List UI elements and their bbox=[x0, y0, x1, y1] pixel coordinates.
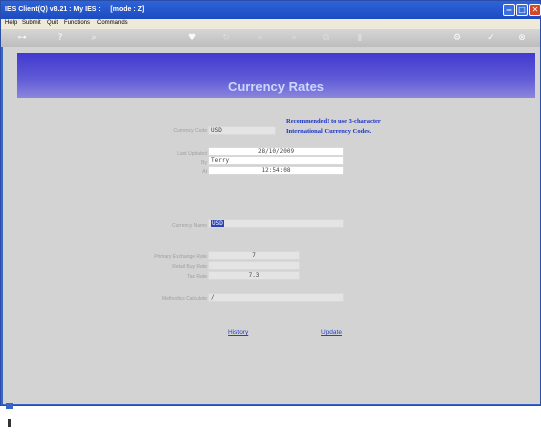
side-tab-icon[interactable] bbox=[6, 403, 13, 409]
by-label: By bbox=[201, 160, 207, 166]
copy-icon[interactable]: ⧉ bbox=[319, 31, 333, 45]
menu-submit[interactable]: Submit bbox=[22, 20, 41, 26]
tax-rate-label: Tax Rate bbox=[187, 274, 207, 280]
maximize-button[interactable]: □ bbox=[516, 4, 528, 16]
back-icon[interactable]: « bbox=[253, 31, 267, 45]
search-icon[interactable]: ⌕ bbox=[87, 31, 101, 45]
retail-buy-rate-field[interactable] bbox=[208, 261, 300, 270]
window-title: IES Client(Q) v8.21 : My IES : [mode : Z… bbox=[5, 6, 145, 13]
at-field[interactable]: 12:54:08 bbox=[208, 166, 344, 175]
title-bar: IES Client(Q) v8.21 : My IES : [mode : Z… bbox=[1, 1, 541, 19]
note-line-2: International Currency Codes. bbox=[286, 128, 372, 135]
tax-rate-field[interactable]: 7.3 bbox=[208, 271, 300, 280]
at-label: At bbox=[202, 169, 207, 175]
methodics-label: Methodics Calculate bbox=[161, 296, 207, 302]
retail-buy-rate-label: Retail Buy Rate bbox=[172, 264, 207, 270]
menu-bar: Help Submit Quit Functions Commands bbox=[1, 19, 540, 29]
side-indicator bbox=[6, 403, 14, 443]
key-icon[interactable]: ⊶ bbox=[9, 31, 35, 45]
currency-name-field[interactable]: USD bbox=[208, 219, 344, 228]
menu-quit[interactable]: Quit bbox=[47, 20, 58, 26]
refresh-icon[interactable]: ↻ bbox=[219, 31, 233, 45]
toolbar: ⊶ ? ⌕ ♥ ↻ « » ⧉ ▮ ⚙ ✓ ⊗ bbox=[1, 29, 540, 47]
note-line-1: Recommended! to use 3-character bbox=[286, 118, 381, 125]
main-panel: Currency Rates Recommended! to use 3-cha… bbox=[3, 47, 540, 427]
currency-code-field[interactable]: USD bbox=[208, 126, 276, 135]
last-updated-label: Last Updated bbox=[177, 151, 207, 157]
currency-code-label: Currency Code bbox=[173, 128, 207, 134]
methodics-field[interactable]: / bbox=[208, 293, 344, 302]
confirm-icon[interactable]: ✓ bbox=[484, 31, 498, 45]
by-field[interactable]: Terry bbox=[208, 156, 344, 165]
heart-icon[interactable]: ♥ bbox=[185, 31, 199, 45]
menu-commands[interactable]: Commands bbox=[97, 20, 128, 26]
page-title: Currency Rates bbox=[227, 79, 325, 94]
currency-name-value: USD bbox=[211, 220, 224, 227]
update-link[interactable]: Update bbox=[321, 329, 342, 336]
forward-icon[interactable]: » bbox=[287, 31, 301, 45]
help-icon[interactable]: ? bbox=[53, 31, 67, 45]
last-updated-field[interactable]: 28/10/2009 bbox=[208, 147, 344, 156]
close-button[interactable]: ✕ bbox=[529, 4, 541, 16]
settings-icon[interactable]: ⚙ bbox=[450, 31, 464, 45]
primary-rate-label: Primary Exchange Rate bbox=[154, 254, 207, 260]
menu-help[interactable]: Help bbox=[5, 20, 17, 26]
currency-name-label: Currency Name bbox=[171, 223, 207, 229]
recommendation-note: Recommended! to use 3-character Internat… bbox=[286, 117, 381, 137]
delete-icon[interactable]: ▮ bbox=[353, 31, 367, 45]
minimize-button[interactable]: ‒ bbox=[503, 4, 515, 16]
menu-functions[interactable]: Functions bbox=[64, 20, 90, 26]
cancel-icon[interactable]: ⊗ bbox=[515, 31, 529, 45]
primary-rate-field[interactable]: 7 bbox=[208, 251, 300, 260]
side-marker-icon bbox=[8, 419, 11, 427]
history-link[interactable]: History bbox=[228, 329, 248, 336]
page-banner: Currency Rates bbox=[17, 53, 535, 98]
app-window: IES Client(Q) v8.21 : My IES : [mode : Z… bbox=[0, 0, 541, 427]
